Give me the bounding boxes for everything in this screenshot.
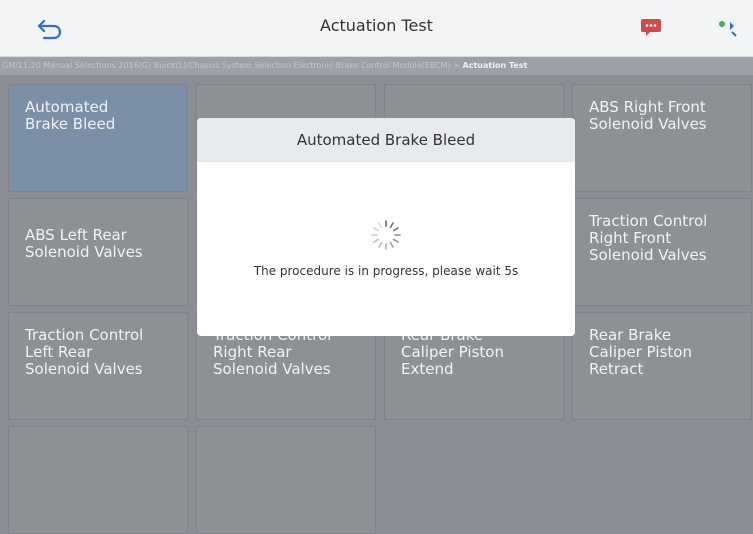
breadcrumb: GM/11.20 Manual Selections 2016(G) Buick…	[0, 57, 753, 75]
tile-traction-left-rear[interactable]: Traction Control Left Rear Solenoid Valv…	[8, 312, 188, 420]
tile-row4-2[interactable]	[196, 426, 376, 534]
tile-abs-right-front[interactable]: ABS Right Front Solenoid Valves	[572, 84, 752, 192]
tile-label-line: Left Rear	[25, 343, 93, 361]
tile-label-line: Solenoid Valves	[213, 360, 331, 378]
tile-row4-1[interactable]	[8, 426, 188, 534]
progress-dialog: Automated Brake Bleed The procedure is i…	[197, 118, 575, 336]
tile-label-line: Solenoid Valves	[589, 246, 707, 264]
tile-label-line: Solenoid Valves	[25, 243, 143, 261]
tile-label-line: Rear Brake	[589, 326, 672, 344]
tile-abs-left-rear[interactable]: ABS Left Rear Solenoid Valves	[8, 198, 188, 306]
breadcrumb-current: Actuation Test	[462, 61, 528, 70]
breadcrumb-separator: >	[453, 61, 460, 70]
wifi-icon[interactable]	[716, 16, 738, 38]
tile-label-line: Traction Control	[589, 212, 708, 230]
tile-label-line: ABS Left Rear	[25, 226, 127, 244]
tile-label-line: Caliper Piston	[401, 343, 504, 361]
tile-label-line: Automated	[25, 98, 109, 116]
tile-label-line: Solenoid Valves	[25, 360, 143, 378]
tile-label-line: Retract	[589, 360, 644, 378]
tile-label-line: Caliper Piston	[589, 343, 692, 361]
message-icon[interactable]	[640, 18, 662, 36]
dialog-title: Automated Brake Bleed	[197, 118, 575, 162]
tile-rear-caliper-retract[interactable]: Rear Brake Caliper Piston Retract	[572, 312, 752, 420]
tile-label-line: Extend	[401, 360, 454, 378]
tile-automated-brake-bleed[interactable]: Automated Brake Bleed	[8, 84, 188, 192]
dialog-message: The procedure is in progress, please wai…	[253, 264, 519, 278]
tile-label-line: Right Rear	[213, 343, 292, 361]
tile-label-line: Solenoid Valves	[589, 115, 707, 133]
tile-label-line: Right Front	[589, 229, 672, 247]
loading-spinner-icon	[371, 220, 401, 250]
breadcrumb-path[interactable]: GM/11.20 Manual Selections 2016(G) Buick…	[2, 61, 451, 70]
top-bar: Actuation Test	[0, 0, 753, 57]
tile-label-line: Brake Bleed	[25, 115, 116, 133]
tile-label-line: Traction Control	[25, 326, 144, 344]
tile-label-line: ABS Right Front	[589, 98, 706, 116]
tile-traction-right-front[interactable]: Traction Control Right Front Solenoid Va…	[572, 198, 752, 306]
